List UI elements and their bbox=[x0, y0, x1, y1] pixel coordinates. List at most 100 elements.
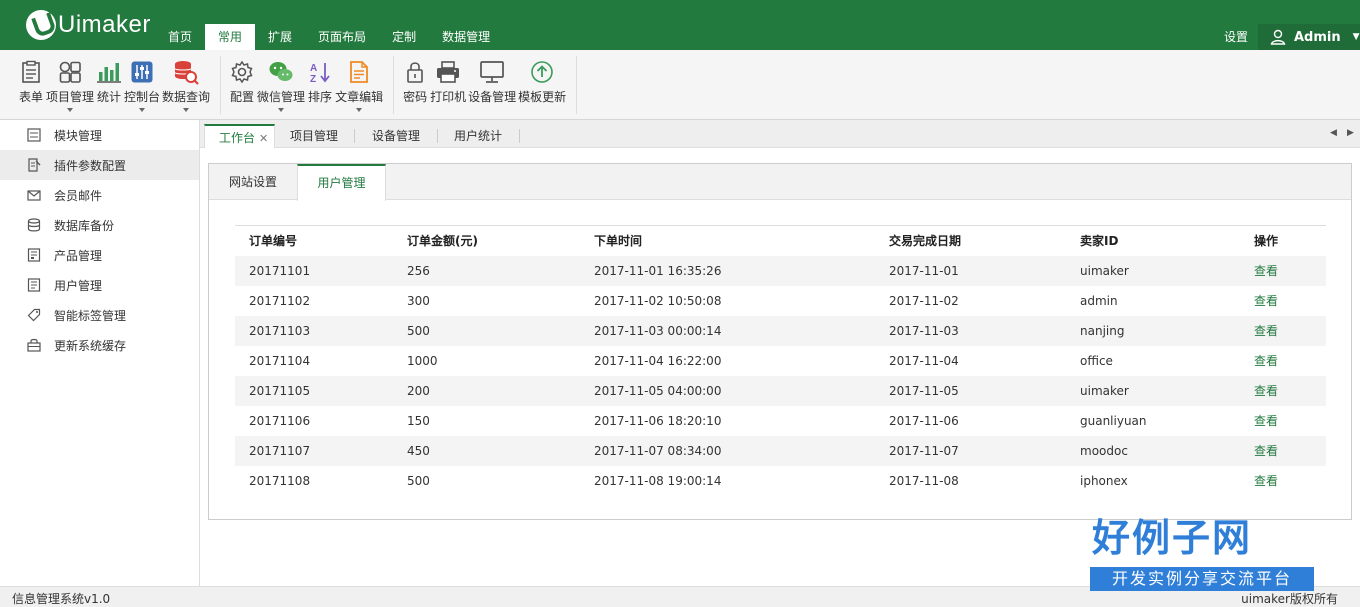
nav-data[interactable]: 数据管理 bbox=[429, 24, 503, 50]
table-row: 20171106 150 2017-11-06 18:20:10 2017-11… bbox=[235, 406, 1326, 436]
tab-device[interactable]: 设备管理 bbox=[357, 124, 435, 148]
view-link[interactable]: 查看 bbox=[1254, 474, 1278, 488]
footer-version: 信息管理系统v1.0 bbox=[12, 592, 111, 606]
order-time: 2017-11-07 08:34:00 bbox=[580, 435, 875, 466]
tool-label: 项目管理 bbox=[46, 90, 95, 104]
table-row: 20171107 450 2017-11-07 08:34:00 2017-11… bbox=[235, 435, 1326, 466]
sidebar-item-plugin-config[interactable]: 插件参数配置 bbox=[0, 150, 199, 180]
caret-down-icon bbox=[183, 108, 190, 112]
nav-common[interactable]: 常用 bbox=[205, 24, 256, 50]
nav-home[interactable]: 首页 bbox=[155, 24, 205, 50]
tool-stats[interactable]: 统计 bbox=[96, 50, 122, 119]
tool-sort[interactable]: AZ 排序 bbox=[307, 50, 333, 119]
sidebar-item-modules[interactable]: 模块管理 bbox=[0, 120, 199, 150]
subtab-site-settings[interactable]: 网站设置 bbox=[209, 164, 297, 200]
seller-id: uimaker bbox=[1066, 375, 1240, 406]
tool-label: 文章编辑 bbox=[335, 90, 384, 104]
seller-id: nanjing bbox=[1066, 315, 1240, 346]
sidebar-item-update-cache[interactable]: 更新系统缓存 bbox=[0, 330, 199, 360]
tool-query[interactable]: 数据查询 bbox=[162, 50, 210, 119]
complete-date: 2017-11-05 bbox=[875, 375, 1066, 406]
sidebar-item-db-backup[interactable]: 数据库备份 bbox=[0, 210, 199, 240]
subtab-user-management[interactable]: 用户管理 bbox=[297, 164, 386, 201]
table-row: 20171105 200 2017-11-05 04:00:00 2017-11… bbox=[235, 375, 1326, 406]
order-id: 20171101 bbox=[235, 255, 393, 286]
scroll-left-icon[interactable]: ◀ bbox=[1330, 128, 1337, 138]
logo[interactable]: Uimaker bbox=[26, 10, 151, 40]
nav-custom[interactable]: 定制 bbox=[379, 24, 429, 50]
nav-extend[interactable]: 扩展 bbox=[255, 24, 305, 50]
order-id: 20171106 bbox=[249, 413, 311, 428]
close-icon[interactable]: ✕ bbox=[259, 132, 268, 145]
tab-divider bbox=[519, 129, 520, 143]
order-amount: 1000 bbox=[407, 353, 438, 368]
column-header: 交易完成日期 bbox=[875, 225, 1066, 256]
tab-workbench[interactable]: 工作台 ✕ bbox=[204, 124, 276, 148]
caret-down-icon bbox=[139, 108, 146, 112]
order-time: 2017-11-02 10:50:08 bbox=[594, 293, 722, 308]
view-link[interactable]: 查看 bbox=[1254, 354, 1278, 368]
complete-date: 2017-11-01 bbox=[875, 255, 1066, 286]
view-link[interactable]: 查看 bbox=[1254, 294, 1278, 308]
tool-label: 微信管理 bbox=[257, 90, 306, 104]
order-id: 20171108 bbox=[249, 473, 311, 488]
tool-label: 打印机 bbox=[430, 90, 467, 104]
tool-console[interactable]: 控制台 bbox=[124, 50, 160, 119]
tool-form[interactable]: 表单 bbox=[18, 50, 44, 119]
sidebar-item-users[interactable]: 用户管理 bbox=[0, 270, 199, 300]
main-nav: 首页 常用 扩展 页面布局 定制 数据管理 bbox=[155, 24, 503, 50]
tool-article[interactable]: 文章编辑 bbox=[335, 50, 383, 119]
complete-date: 2017-11-08 bbox=[889, 473, 959, 488]
view-link[interactable]: 查看 bbox=[1254, 444, 1278, 458]
sidebar-item-label: 产品管理 bbox=[54, 248, 103, 263]
sidebar-item-products[interactable]: 产品管理 bbox=[0, 240, 199, 270]
tab-strip: 工作台 ✕ 项目管理 设备管理 用户统计 ◀ ▶ bbox=[200, 120, 1360, 148]
view-link[interactable]: 查看 bbox=[1254, 264, 1278, 278]
tab-label: 用户统计 bbox=[454, 129, 503, 143]
user-icon bbox=[1270, 29, 1286, 45]
tool-label: 密码 bbox=[403, 90, 428, 104]
table-row: 20171101 256 2017-11-01 16:35:26 2017-11… bbox=[235, 255, 1326, 286]
view-link[interactable]: 查看 bbox=[1254, 414, 1278, 428]
tool-label: 配置 bbox=[230, 90, 255, 104]
tool-template-update[interactable]: 模板更新 bbox=[518, 50, 566, 119]
chevron-down-icon: ▼ bbox=[1352, 32, 1360, 42]
sidebar-item-smart-tags[interactable]: 智能标签管理 bbox=[0, 300, 199, 330]
order-amount: 256 bbox=[393, 255, 580, 286]
column-header: 操作 bbox=[1240, 225, 1326, 256]
user-menu[interactable]: Admin ▼ bbox=[1258, 24, 1360, 50]
scroll-right-icon[interactable]: ▶ bbox=[1347, 128, 1354, 138]
order-time: 2017-11-04 16:22:00 bbox=[594, 353, 722, 368]
nav-layout[interactable]: 页面布局 bbox=[305, 24, 379, 50]
upload-circle-icon bbox=[529, 59, 555, 85]
tab-project[interactable]: 项目管理 bbox=[275, 124, 353, 148]
database-search-icon bbox=[173, 59, 199, 85]
view-link[interactable]: 查看 bbox=[1254, 384, 1278, 398]
seller-id: iphonex bbox=[1080, 473, 1128, 488]
plugin-icon bbox=[27, 158, 41, 172]
svg-text:A: A bbox=[310, 63, 317, 74]
sidebar-item-member-mail[interactable]: 会员邮件 bbox=[0, 180, 199, 210]
table-row: 20171102 300 2017-11-02 10:50:08 2017-11… bbox=[235, 286, 1326, 316]
view-link[interactable]: 查看 bbox=[1254, 324, 1278, 338]
tab-divider bbox=[354, 129, 355, 143]
badge-subtitle: 开发实例分享交流平台 bbox=[1090, 567, 1314, 591]
sliders-icon bbox=[129, 59, 155, 85]
form-icon bbox=[18, 59, 44, 85]
complete-date: 2017-11-03 bbox=[875, 315, 1066, 346]
seller-id: admin bbox=[1080, 293, 1118, 308]
tool-password[interactable]: 密码 bbox=[402, 50, 428, 119]
tool-device[interactable]: 设备管理 bbox=[468, 50, 516, 119]
sub-tabs: 网站设置 用户管理 bbox=[209, 164, 1351, 201]
tab-user-stats[interactable]: 用户统计 bbox=[439, 124, 517, 148]
tag-icon bbox=[27, 308, 41, 322]
order-time: 2017-11-01 16:35:26 bbox=[580, 255, 875, 286]
tool-wechat[interactable]: 微信管理 bbox=[257, 50, 305, 119]
tool-label: 数据查询 bbox=[162, 90, 211, 104]
tool-config[interactable]: 配置 bbox=[229, 50, 255, 119]
sidebar-item-label: 智能标签管理 bbox=[54, 308, 127, 323]
settings-link[interactable]: 设置 bbox=[1224, 24, 1248, 50]
sidebar-item-label: 更新系统缓存 bbox=[54, 338, 127, 353]
tool-project[interactable]: 项目管理 bbox=[46, 50, 94, 119]
tool-printer[interactable]: 打印机 bbox=[430, 50, 466, 119]
